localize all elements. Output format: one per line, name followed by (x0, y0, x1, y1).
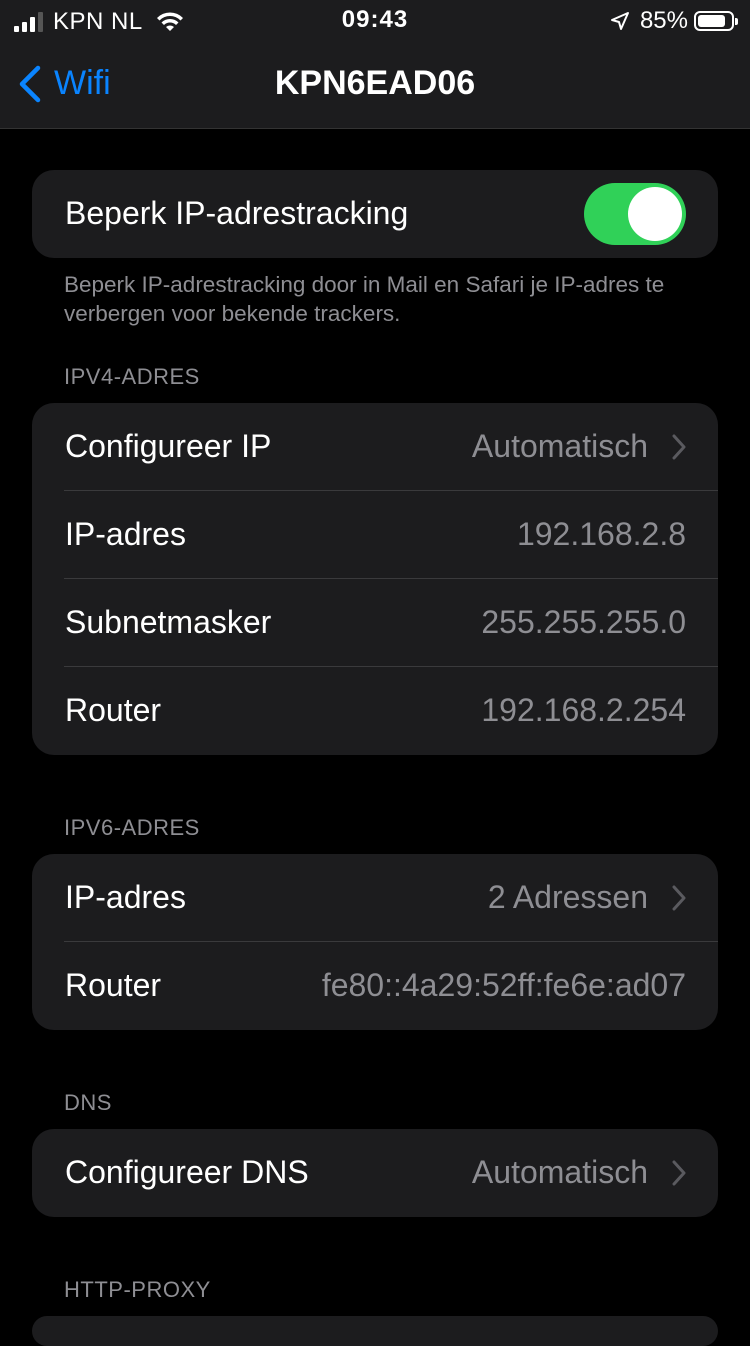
ipv6-group: IP-adres 2 Adressen Router fe80::4a29:52… (32, 854, 718, 1030)
toggle-knob (628, 187, 682, 241)
battery-percent: 85% (639, 7, 688, 34)
ipv4-router-row: Router 192.168.2.254 (32, 667, 718, 755)
limit-tracking-group: Beperk IP-adrestracking (32, 170, 718, 258)
ipv4-group: Configureer IP Automatisch IP-adres 192.… (32, 403, 718, 755)
row-label: Configureer DNS (65, 1154, 309, 1190)
row-value: Automatisch (471, 428, 648, 464)
row-label: IP-adres (65, 516, 186, 552)
ipv6-section-header: IPV6-ADRES (64, 815, 200, 840)
dns-group: Configureer DNS Automatisch (32, 1129, 718, 1217)
row-value: Automatisch (471, 1154, 648, 1190)
ipv6-ip-address-row[interactable]: IP-adres 2 Adressen (32, 854, 718, 942)
chevron-right-icon (672, 1160, 686, 1186)
row-value: 192.168.2.8 (516, 516, 686, 552)
status-right: 85% (610, 7, 738, 35)
page-title: KPN6EAD06 (274, 64, 476, 102)
ipv6-router-row: Router fe80::4a29:52ff:fe6e:ad07 (32, 942, 718, 1030)
row-value: 255.255.255.0 (481, 604, 686, 640)
chevron-right-icon (672, 885, 686, 911)
configure-dns-row[interactable]: Configureer DNS Automatisch (32, 1129, 718, 1217)
limit-tracking-footnote: Beperk IP-adrestracking door in Mail en … (64, 272, 665, 326)
http-proxy-section-header: HTTP-PROXY (64, 1277, 211, 1302)
row-label: Subnetmasker (65, 604, 272, 640)
ipv4-ip-address-row: IP-adres 192.168.2.8 (32, 491, 718, 579)
limit-tracking-toggle[interactable] (584, 183, 686, 245)
chevron-right-icon (672, 434, 686, 460)
status-bar: KPN NL 09:43 85% (0, 0, 750, 40)
row-label: Configureer IP (65, 428, 272, 464)
row-label: Router (65, 692, 162, 728)
dns-section-header: DNS (64, 1090, 112, 1115)
row-label: Router (65, 967, 162, 1003)
limit-tracking-row: Beperk IP-adrestracking (32, 170, 718, 258)
battery-icon (694, 11, 738, 31)
http-proxy-group[interactable] (32, 1316, 718, 1346)
limit-tracking-label: Beperk IP-adrestracking (65, 195, 409, 231)
location-icon (610, 12, 629, 30)
row-value: 2 Adressen (487, 879, 648, 915)
configure-ip-row[interactable]: Configureer IP Automatisch (32, 403, 718, 491)
row-value: 192.168.2.254 (481, 692, 686, 728)
ipv4-section-header: IPV4-ADRES (64, 364, 200, 389)
row-value: fe80::4a29:52ff:fe6e:ad07 (321, 967, 686, 1003)
subnet-mask-row: Subnetmasker 255.255.255.0 (32, 579, 718, 667)
navigation-bar: Wifi KPN6EAD06 (0, 40, 750, 129)
row-label: IP-adres (65, 879, 186, 915)
